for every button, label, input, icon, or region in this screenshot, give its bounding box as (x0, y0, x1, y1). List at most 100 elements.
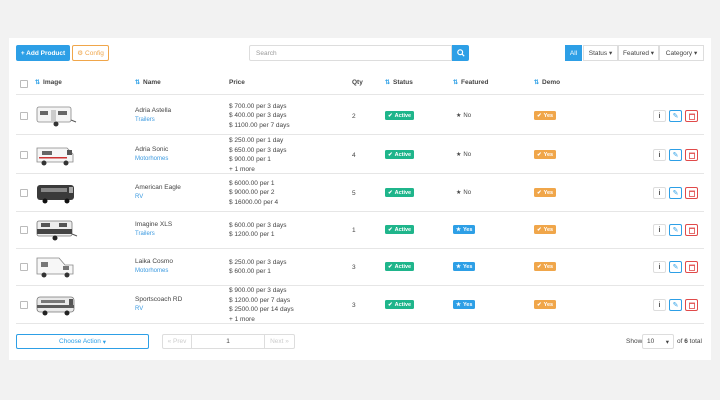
row-checkbox[interactable] (20, 301, 28, 309)
column-header-image[interactable]: ⇅ Image (35, 79, 62, 86)
column-header-name[interactable]: ⇅ Name (135, 79, 161, 86)
info-icon: i (658, 263, 661, 271)
delete-button[interactable] (685, 224, 698, 236)
price-list: $ 600.00 per 3 days $ 1200.00 per 1 (229, 221, 286, 240)
product-category-link[interactable]: RV (135, 194, 143, 200)
edit-button[interactable]: ✎ (669, 149, 682, 161)
product-name[interactable]: American Eagle (135, 184, 181, 191)
filter-featured-dropdown[interactable]: Featured ▾ (618, 45, 659, 61)
search-input[interactable]: Search (249, 45, 452, 61)
featured-toggle[interactable]: ★ No (456, 112, 471, 120)
delete-button[interactable] (685, 149, 698, 161)
check-icon: ✔ (537, 226, 542, 233)
demo-badge[interactable]: ✔ Yes (534, 188, 557, 197)
status-badge[interactable]: ✔ Active (385, 300, 415, 309)
product-thumbnail[interactable] (34, 217, 78, 243)
row-checkbox[interactable] (20, 226, 28, 234)
status-badge[interactable]: ✔ Active (385, 262, 415, 271)
choose-action-dropdown[interactable]: Choose Action ▾ (16, 334, 149, 349)
demo-badge[interactable]: ✔ Yes (534, 150, 557, 159)
product-name[interactable]: Laika Cosmo (135, 258, 173, 265)
filter-category-label: Category (665, 49, 693, 57)
featured-badge[interactable]: ★ Yes (453, 300, 476, 309)
filter-category-dropdown[interactable]: Category ▾ (659, 45, 704, 61)
info-button[interactable]: i (653, 187, 666, 199)
product-thumbnail[interactable] (34, 103, 78, 129)
check-icon: ✔ (388, 226, 393, 233)
header-divider (16, 94, 704, 95)
filter-status-dropdown[interactable]: Status ▾ (583, 45, 618, 61)
product-category-link[interactable]: Motorhomes (135, 268, 168, 274)
status-badge[interactable]: ✔ Active (385, 150, 415, 159)
product-name[interactable]: Adria Astella (135, 107, 171, 114)
next-page-button[interactable]: Next » (264, 334, 295, 349)
product-name[interactable]: Adria Sonic (135, 146, 168, 153)
status-badge[interactable]: ✔ Active (385, 111, 415, 120)
pencil-icon: ✎ (672, 190, 679, 197)
demo-badge[interactable]: ✔ Yes (534, 300, 557, 309)
demo-badge[interactable]: ✔ Yes (534, 225, 557, 234)
status-label: Active (394, 226, 412, 233)
row-checkbox[interactable] (20, 189, 28, 197)
info-icon: i (658, 226, 661, 234)
edit-button[interactable]: ✎ (669, 187, 682, 199)
row-checkbox[interactable] (20, 263, 28, 271)
star-icon: ★ (456, 263, 461, 270)
edit-button[interactable]: ✎ (669, 224, 682, 236)
price-line: $ 16000.00 per 4 (229, 198, 279, 206)
product-thumbnail[interactable] (34, 254, 78, 280)
product-thumbnail[interactable] (34, 180, 78, 206)
total-label: total (689, 338, 702, 345)
demo-badge[interactable]: ✔ Yes (534, 262, 557, 271)
featured-label: Yes (462, 263, 473, 270)
price-line: $ 900.00 per 3 days (229, 287, 287, 294)
filter-all-button[interactable]: All (565, 45, 582, 61)
featured-badge[interactable]: ★ Yes (453, 262, 476, 271)
info-button[interactable]: i (653, 149, 666, 161)
edit-button[interactable]: ✎ (669, 299, 682, 311)
product-name[interactable]: Sportscoach RD (135, 296, 182, 303)
column-header-featured[interactable]: ⇅ Featured (453, 79, 488, 86)
check-icon: ✔ (388, 301, 393, 308)
product-category-link[interactable]: Trailers (135, 231, 155, 237)
product-name[interactable]: Imagine XLS (135, 221, 172, 228)
product-thumbnail[interactable] (34, 292, 78, 318)
info-icon: i (658, 301, 661, 309)
status-badge[interactable]: ✔ Active (385, 188, 415, 197)
demo-badge[interactable]: ✔ Yes (534, 111, 557, 120)
info-button[interactable]: i (653, 110, 666, 122)
info-button[interactable]: i (653, 224, 666, 236)
edit-button[interactable]: ✎ (669, 110, 682, 122)
star-icon: ★ (456, 190, 462, 196)
search-button[interactable] (452, 45, 469, 61)
product-category-link[interactable]: Trailers (135, 117, 155, 123)
select-all-checkbox[interactable] (20, 80, 28, 88)
column-header-demo[interactable]: ⇅ Demo (534, 79, 560, 86)
delete-button[interactable] (685, 299, 698, 311)
info-button[interactable]: i (653, 261, 666, 273)
demo-label: Yes (543, 112, 554, 119)
column-header-status[interactable]: ⇅ Status (385, 79, 413, 86)
featured-badge[interactable]: ★ Yes (453, 225, 476, 234)
total-pages-value: 6 (684, 338, 688, 345)
page-number-input[interactable]: 1 (191, 334, 265, 349)
delete-button[interactable] (685, 110, 698, 122)
add-product-button[interactable]: + Add Product (16, 45, 70, 61)
delete-button[interactable] (685, 187, 698, 199)
featured-toggle[interactable]: ★ No (456, 189, 471, 197)
featured-toggle[interactable]: ★ No (456, 151, 471, 159)
delete-button[interactable] (685, 261, 698, 273)
product-category-link[interactable]: Motorhomes (135, 156, 168, 162)
row-checkbox[interactable] (20, 112, 28, 120)
info-button[interactable]: i (653, 299, 666, 311)
row-checkbox[interactable] (20, 151, 28, 159)
status-badge[interactable]: ✔ Active (385, 225, 415, 234)
per-page-select[interactable]: 10 ▾ (642, 334, 674, 349)
config-button[interactable]: ⚙ Config (72, 45, 109, 61)
product-category-link[interactable]: RV (135, 306, 143, 312)
price-line: $ 1100.00 per 7 days (229, 121, 290, 129)
product-thumbnail[interactable] (34, 142, 78, 168)
prev-page-button[interactable]: « Prev (162, 334, 192, 349)
of-label: of (677, 338, 683, 345)
edit-button[interactable]: ✎ (669, 261, 682, 273)
